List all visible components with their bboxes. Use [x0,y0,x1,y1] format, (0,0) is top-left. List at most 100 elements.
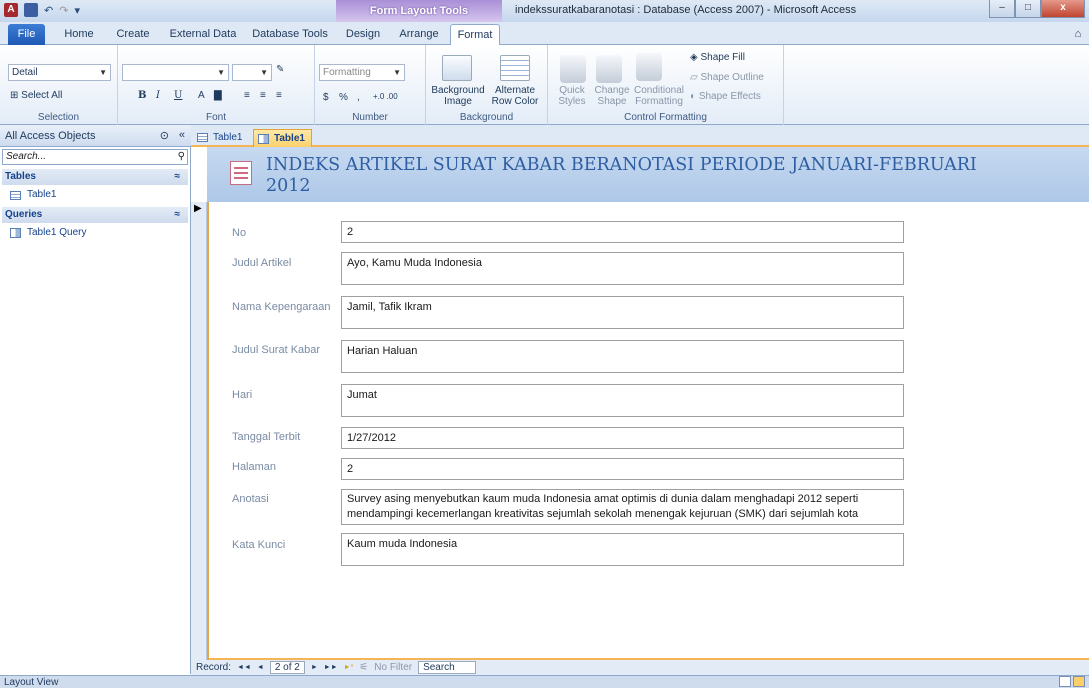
conditional-formatting-icon[interactable] [636,53,662,81]
alternate-row-color-icon[interactable] [500,55,530,81]
format-painter-icon[interactable]: ✎ [276,64,284,75]
percent-button[interactable]: % [339,92,348,103]
record-selector[interactable]: ▶ [191,202,207,660]
alternate-row-color-button[interactable]: Alternate Row Color [486,85,544,107]
font-color-button[interactable]: A [198,90,205,101]
number-group: Formatting ▼ $ % , +.0 .00 Number [315,45,426,125]
minimize-ribbon-icon[interactable]: ⌂ [1070,24,1086,45]
change-shape-button[interactable]: Change Shape [592,85,632,107]
access-app-icon[interactable]: A [4,3,18,17]
view-status: Layout View [4,677,59,688]
field-hari[interactable]: Jumat [341,384,904,417]
currency-button[interactable]: $ [323,92,329,103]
number-format-combo[interactable]: Formatting ▼ [319,64,405,81]
field-no[interactable]: 2 [341,221,904,243]
tab-create[interactable]: Create [110,24,156,45]
no-filter-button[interactable]: No Filter [374,662,412,673]
form-title[interactable]: INDEKS ARTIKEL SURAT KABAR BERANOTASI PE… [266,155,1026,197]
shape-effects-button[interactable]: ◐ Shape Effects [690,91,761,102]
nav-section-tables[interactable]: Tables ≈ [2,169,188,185]
tab-design[interactable]: Design [340,24,386,45]
tab-format[interactable]: Format [450,24,500,45]
tab-arrange[interactable]: Arrange [394,24,444,45]
window-title: indekssuratkabaranotasi : Database (Acce… [515,4,857,16]
change-shape-icon[interactable] [596,55,622,83]
close-button[interactable]: x [1041,0,1085,18]
table-icon [10,190,21,200]
tab-external-data[interactable]: External Data [165,24,241,45]
field-anotasi[interactable]: Survey asing menyebutkan kaum muda Indon… [341,489,904,525]
shape-effects-icon: ◐ [690,91,699,102]
first-record-button[interactable]: ◄◄ [237,664,251,671]
select-all-button[interactable]: ⊞ Select All [10,90,62,101]
next-record-button[interactable]: ► [311,664,318,671]
shape-fill-button[interactable]: ◈ Shape Fill [690,52,745,63]
document-tabs: Table1 Table1 [191,125,1089,147]
layout-view-icon[interactable] [1073,676,1085,687]
minimize-button[interactable]: – [989,0,1015,18]
shape-effects-label: Shape Effects [698,91,761,102]
save-icon[interactable] [24,3,38,17]
align-center-icon[interactable]: ≡ [260,90,266,101]
tab-home[interactable]: Home [59,24,99,45]
italic-button[interactable]: I [156,90,160,101]
bold-button[interactable]: B [138,90,146,101]
nav-menu-chevron-icon[interactable]: ⊙ [160,129,169,142]
search-icon[interactable]: ⚲ [178,150,185,164]
field-judul-surat-kabar[interactable]: Harian Haluan [341,340,904,373]
font-size-combo[interactable]: ▼ [232,64,272,81]
ribbon: Detail ▼ ⊞ Select All Selection ▼ ▼ ✎ B I… [0,45,1089,125]
collapse-section-icon[interactable]: ≈ [175,207,181,223]
last-record-button[interactable]: ►► [324,664,338,671]
quick-styles-icon[interactable] [560,55,586,83]
record-search-input[interactable]: Search [418,661,477,674]
conditional-formatting-button[interactable]: Conditional Formatting [632,85,686,107]
underline-button[interactable]: U [174,90,182,101]
doc-tab-table1[interactable]: Table1 [193,129,248,147]
field-judul-artikel[interactable]: Ayo, Kamu Muda Indonesia [341,252,904,285]
control-formatting-group-label: Control Formatting [624,112,707,123]
field-kata-kunci[interactable]: Kaum muda Indonesia [341,533,904,566]
shape-outline-button[interactable]: ▱ Shape Outline [690,72,764,83]
nav-item-table1[interactable]: Table1 [10,187,56,203]
nav-item-table1-query[interactable]: Table1 Query [10,225,86,241]
object-selector-label: Detail [12,67,38,78]
field-halaman[interactable]: 2 [341,458,904,480]
form-view-icon[interactable] [1059,676,1071,687]
field-tanggal-terbit[interactable]: 1/27/2012 [341,427,904,449]
collapse-section-icon[interactable]: ≈ [175,169,181,185]
previous-record-button[interactable]: ◄ [257,664,264,671]
nav-search-input[interactable]: Search... ⚲ [2,149,188,165]
background-image-button[interactable]: Background Image [430,85,486,107]
field-label-kata-kunci: Kata Kunci [232,539,286,551]
current-record-arrow-icon: ▶ [194,203,202,214]
fill-color-icon[interactable]: ▇ [214,90,222,101]
maximize-button[interactable]: □ [1015,0,1041,18]
new-record-button[interactable]: ►* [344,664,354,671]
current-record-input[interactable]: 2 of 2 [269,661,305,674]
tab-database-tools[interactable]: Database Tools [248,24,332,45]
nav-pane-header[interactable]: All Access Objects ⊙ « [0,125,191,147]
object-selector[interactable]: Detail ▼ [8,64,111,81]
number-format-label: Formatting [323,67,371,78]
background-image-icon[interactable] [442,55,472,81]
font-name-combo[interactable]: ▼ [122,64,229,81]
field-nama-kepengaraan[interactable]: Jamil, Tafik Ikram [341,296,904,329]
collapse-pane-icon[interactable]: « [179,129,185,141]
align-left-icon[interactable]: ≡ [244,90,250,101]
customize-qat-icon[interactable]: ▾ [74,4,80,17]
nav-section-queries[interactable]: Queries ≈ [2,207,188,223]
doc-tab-table1-form[interactable]: Table1 [253,129,312,147]
quick-access-toolbar: A ↶ ↷ ▾ [4,3,80,17]
shape-outline-label: Shape Outline [700,72,764,83]
comma-button[interactable]: , [357,92,360,103]
shape-fill-label: Shape Fill [700,52,745,63]
background-group-label: Background [459,112,514,123]
quick-styles-button[interactable]: Quick Styles [552,85,592,107]
record-navigation-bar: Record: ◄◄ ◄ 2 of 2 ► ►► ►* ⚟ No Filter … [191,660,1089,675]
undo-icon[interactable]: ↶ [44,4,53,17]
align-right-icon[interactable]: ≡ [276,90,282,101]
tab-file[interactable]: File [8,24,45,45]
redo-icon[interactable]: ↷ [59,4,68,17]
decimal-buttons[interactable]: +.0 .00 [373,92,398,101]
